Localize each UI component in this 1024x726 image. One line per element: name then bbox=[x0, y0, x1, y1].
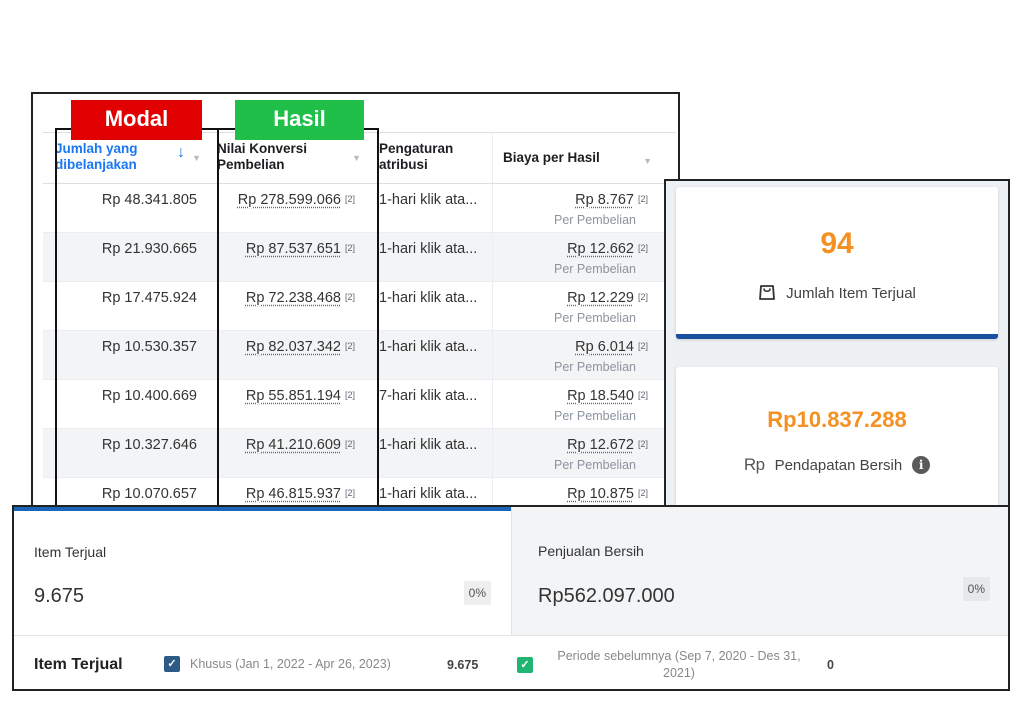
footnote-ref: [2] bbox=[637, 194, 648, 204]
items-sold-card: 94 Jumlah Item Terjual bbox=[676, 187, 998, 339]
cost-subtext: Per Pembelian bbox=[554, 262, 636, 276]
footnote-ref: [2] bbox=[637, 488, 648, 498]
metric-title: Item Terjual bbox=[34, 544, 107, 560]
custom-period-checkbox[interactable]: ✓ bbox=[164, 656, 180, 672]
attribution-cell: 1-hari klik ata... bbox=[367, 282, 493, 330]
items-sold-label: Jumlah Item Terjual bbox=[786, 284, 916, 302]
previous-period-checkbox[interactable]: ✓ bbox=[517, 657, 533, 673]
attribution-cell: 7-hari klik ata... bbox=[367, 380, 493, 428]
hasil-label: Hasil bbox=[235, 100, 364, 140]
custom-period-label: Khusus (Jan 1, 2022 - Apr 26, 2023) bbox=[190, 657, 391, 671]
cost-value[interactable]: Rp 18.540 bbox=[567, 388, 634, 404]
stats-panel: 94 Jumlah Item Terjual Rp10.837.288 Rp P… bbox=[664, 179, 1010, 533]
header-cost-per-result[interactable]: Biaya per Hasil ▼ bbox=[493, 133, 658, 183]
rupiah-icon: Rp bbox=[743, 455, 765, 474]
cost-subtext: Per Pembelian bbox=[554, 213, 636, 227]
attribution-cell: 1-hari klik ata... bbox=[367, 184, 493, 232]
header-attribution-label: Pengaturan atribusi bbox=[379, 141, 454, 172]
metric-title: Penjualan Bersih bbox=[538, 543, 644, 559]
metric-value: Rp562.097.000 bbox=[538, 585, 675, 607]
footnote-ref: [2] bbox=[637, 341, 648, 351]
change-badge: 0% bbox=[463, 581, 491, 605]
cost-cell: Rp 12.672 [2] Per Pembelian bbox=[493, 429, 658, 477]
footnote-ref: [2] bbox=[637, 390, 648, 400]
net-income-value: Rp10.837.288 bbox=[767, 407, 907, 432]
metric-items-sold[interactable]: Item Terjual 9.675 0% bbox=[14, 507, 511, 635]
items-sold-value: 94 bbox=[820, 227, 854, 260]
items-sold-label-row: Jumlah Item Terjual bbox=[676, 281, 998, 305]
header-attribution[interactable]: Pengaturan atribusi bbox=[367, 133, 493, 183]
cost-value[interactable]: Rp 10.875 bbox=[567, 486, 634, 502]
chart-legend-row: Item Terjual ✓ Khusus (Jan 1, 2022 - Apr… bbox=[14, 635, 1008, 689]
cost-subtext: Per Pembelian bbox=[554, 458, 636, 472]
cost-cell: Rp 12.229 [2] Per Pembelian bbox=[493, 282, 658, 330]
info-icon[interactable]: i bbox=[912, 456, 931, 474]
cost-cell: Rp 8.767 [2] Per Pembelian bbox=[493, 184, 658, 232]
cost-value[interactable]: Rp 12.229 bbox=[567, 290, 634, 306]
cost-value[interactable]: Rp 12.672 bbox=[567, 437, 634, 453]
net-income-card: Rp10.837.288 Rp Pendapatan Bersih i bbox=[676, 367, 998, 523]
metric-value: 9.675 bbox=[34, 585, 85, 607]
modal-column-outline bbox=[55, 128, 219, 510]
cost-value[interactable]: Rp 8.767 bbox=[575, 192, 634, 208]
attribution-cell: 1-hari klik ata... bbox=[367, 233, 493, 281]
cost-subtext: Per Pembelian bbox=[554, 409, 636, 423]
cost-value[interactable]: Rp 12.662 bbox=[567, 241, 634, 257]
footnote-ref: [2] bbox=[637, 243, 648, 253]
cost-subtext: Per Pembelian bbox=[554, 311, 636, 325]
attribution-cell: 1-hari klik ata... bbox=[367, 331, 493, 379]
custom-period-value: 9.675 bbox=[447, 658, 479, 672]
cost-cell: Rp 12.662 [2] Per Pembelian bbox=[493, 233, 658, 281]
net-income-label-row: Rp Pendapatan Bersih i bbox=[676, 455, 998, 475]
footnote-ref: [2] bbox=[637, 439, 648, 449]
previous-period-value: 0 bbox=[827, 658, 834, 672]
cost-subtext: Per Pembelian bbox=[554, 360, 636, 374]
header-cost-label: Biaya per Hasil bbox=[503, 150, 600, 165]
footnote-ref: [2] bbox=[637, 292, 648, 302]
hasil-column-outline bbox=[217, 128, 379, 510]
cost-cell: Rp 6.014 [2] Per Pembelian bbox=[493, 331, 658, 379]
legend-title: Item Terjual bbox=[34, 656, 123, 673]
net-income-label: Pendapatan Bersih bbox=[774, 456, 903, 474]
change-badge: 0% bbox=[962, 577, 990, 601]
modal-label: Modal bbox=[71, 100, 202, 140]
sales-summary-panel: Item Terjual 9.675 0% Penjualan Bersih R… bbox=[12, 505, 1010, 691]
cost-value[interactable]: Rp 6.014 bbox=[575, 339, 634, 355]
previous-period-label: Periode sebelumnya (Sep 7, 2020 - Des 31… bbox=[557, 649, 801, 680]
caret-down-icon[interactable]: ▼ bbox=[643, 153, 652, 169]
shopping-bag-icon bbox=[758, 281, 776, 305]
ads-report-panel: Jumlah yang dibelanjakan ↓ ▼ Nilai Konve… bbox=[31, 92, 680, 512]
metric-net-sales[interactable]: Penjualan Bersih Rp562.097.000 0% bbox=[511, 507, 1008, 635]
attribution-cell: 1-hari klik ata... bbox=[367, 429, 493, 477]
cost-cell: Rp 18.540 [2] Per Pembelian bbox=[493, 380, 658, 428]
